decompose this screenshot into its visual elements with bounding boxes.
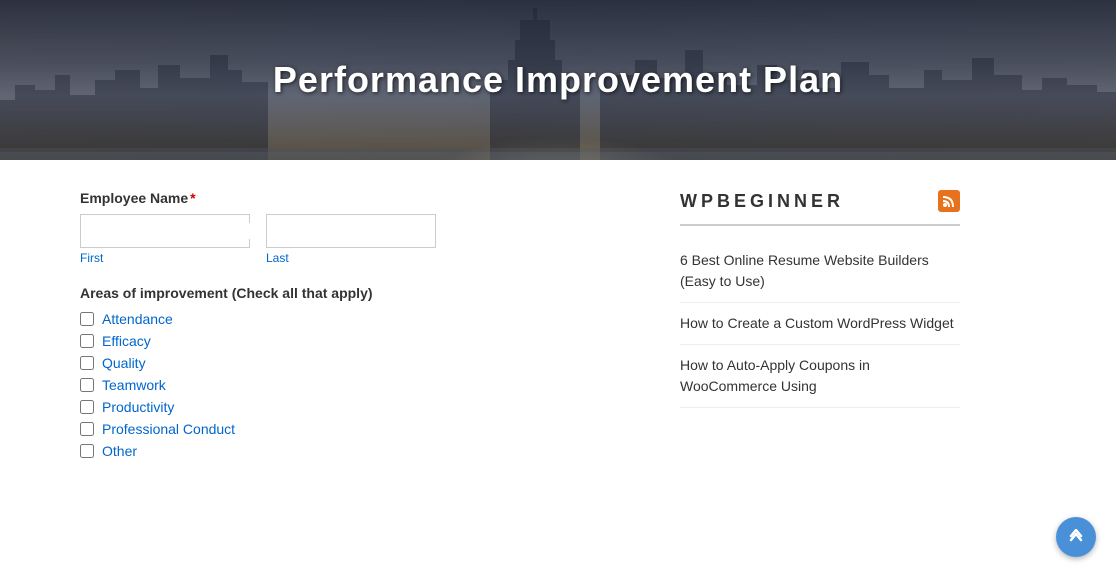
last-name-input[interactable]: [266, 214, 436, 248]
sidebar-link-2[interactable]: How to Create a Custom WordPress Widget: [680, 313, 960, 334]
checkbox-label-attendance: Attendance: [102, 311, 173, 327]
checkbox-label-other: Other: [102, 443, 137, 459]
last-label: Last: [266, 251, 436, 265]
areas-label: Areas of improvement (Check all that app…: [80, 285, 640, 301]
first-name-input[interactable]: [87, 223, 268, 239]
checkbox-attendance[interactable]: [80, 312, 94, 326]
checkbox-label-teamwork: Teamwork: [102, 377, 166, 393]
sidebar-link-1[interactable]: 6 Best Online Resume Website Builders (E…: [680, 250, 960, 292]
checkbox-list: Attendance Efficacy Quality Teamwork Pro…: [80, 311, 640, 459]
hero-banner: Performance Improvement Plan: [0, 0, 1116, 160]
rss-icon[interactable]: [938, 190, 960, 212]
checkbox-label-productivity: Productivity: [102, 399, 174, 415]
list-item: How to Create a Custom WordPress Widget: [680, 303, 960, 345]
last-name-wrap: Last: [266, 214, 436, 265]
list-item: Productivity: [80, 399, 640, 415]
list-item: Quality: [80, 355, 640, 371]
page-title: Performance Improvement Plan: [273, 59, 843, 101]
list-item: Efficacy: [80, 333, 640, 349]
checkbox-professional-conduct[interactable]: [80, 422, 94, 436]
sidebar-link-3[interactable]: How to Auto-Apply Coupons in WooCommerce…: [680, 355, 960, 397]
checkbox-quality[interactable]: [80, 356, 94, 370]
main-wrapper: Employee Name* ▢ First Last Areas of imp…: [0, 160, 1116, 577]
checkbox-teamwork[interactable]: [80, 378, 94, 392]
checkbox-productivity[interactable]: [80, 400, 94, 414]
form-section: Employee Name* ▢ First Last Areas of imp…: [80, 190, 640, 557]
list-item: Attendance: [80, 311, 640, 327]
checkbox-label-professional-conduct: Professional Conduct: [102, 421, 235, 437]
employee-name-label: Employee Name*: [80, 190, 640, 206]
checkbox-other[interactable]: [80, 444, 94, 458]
first-name-input-box[interactable]: ▢: [80, 214, 250, 248]
checkbox-label-efficacy: Efficacy: [102, 333, 151, 349]
first-label: First: [80, 251, 250, 265]
list-item: Professional Conduct: [80, 421, 640, 437]
first-name-wrap: ▢ First: [80, 214, 250, 265]
checkbox-label-quality: Quality: [102, 355, 146, 371]
list-item: Other: [80, 443, 640, 459]
sidebar-brand: WPBEGINNER: [680, 191, 844, 212]
sidebar-header: WPBEGINNER: [680, 190, 960, 226]
checkbox-efficacy[interactable]: [80, 334, 94, 348]
sidebar: WPBEGINNER 6 Best Online Resume Website …: [680, 190, 960, 557]
list-item: Teamwork: [80, 377, 640, 393]
sidebar-links: 6 Best Online Resume Website Builders (E…: [680, 240, 960, 408]
scroll-top-button[interactable]: [1056, 517, 1096, 557]
list-item: How to Auto-Apply Coupons in WooCommerce…: [680, 345, 960, 408]
list-item: 6 Best Online Resume Website Builders (E…: [680, 240, 960, 303]
name-row: ▢ First Last: [80, 214, 640, 265]
